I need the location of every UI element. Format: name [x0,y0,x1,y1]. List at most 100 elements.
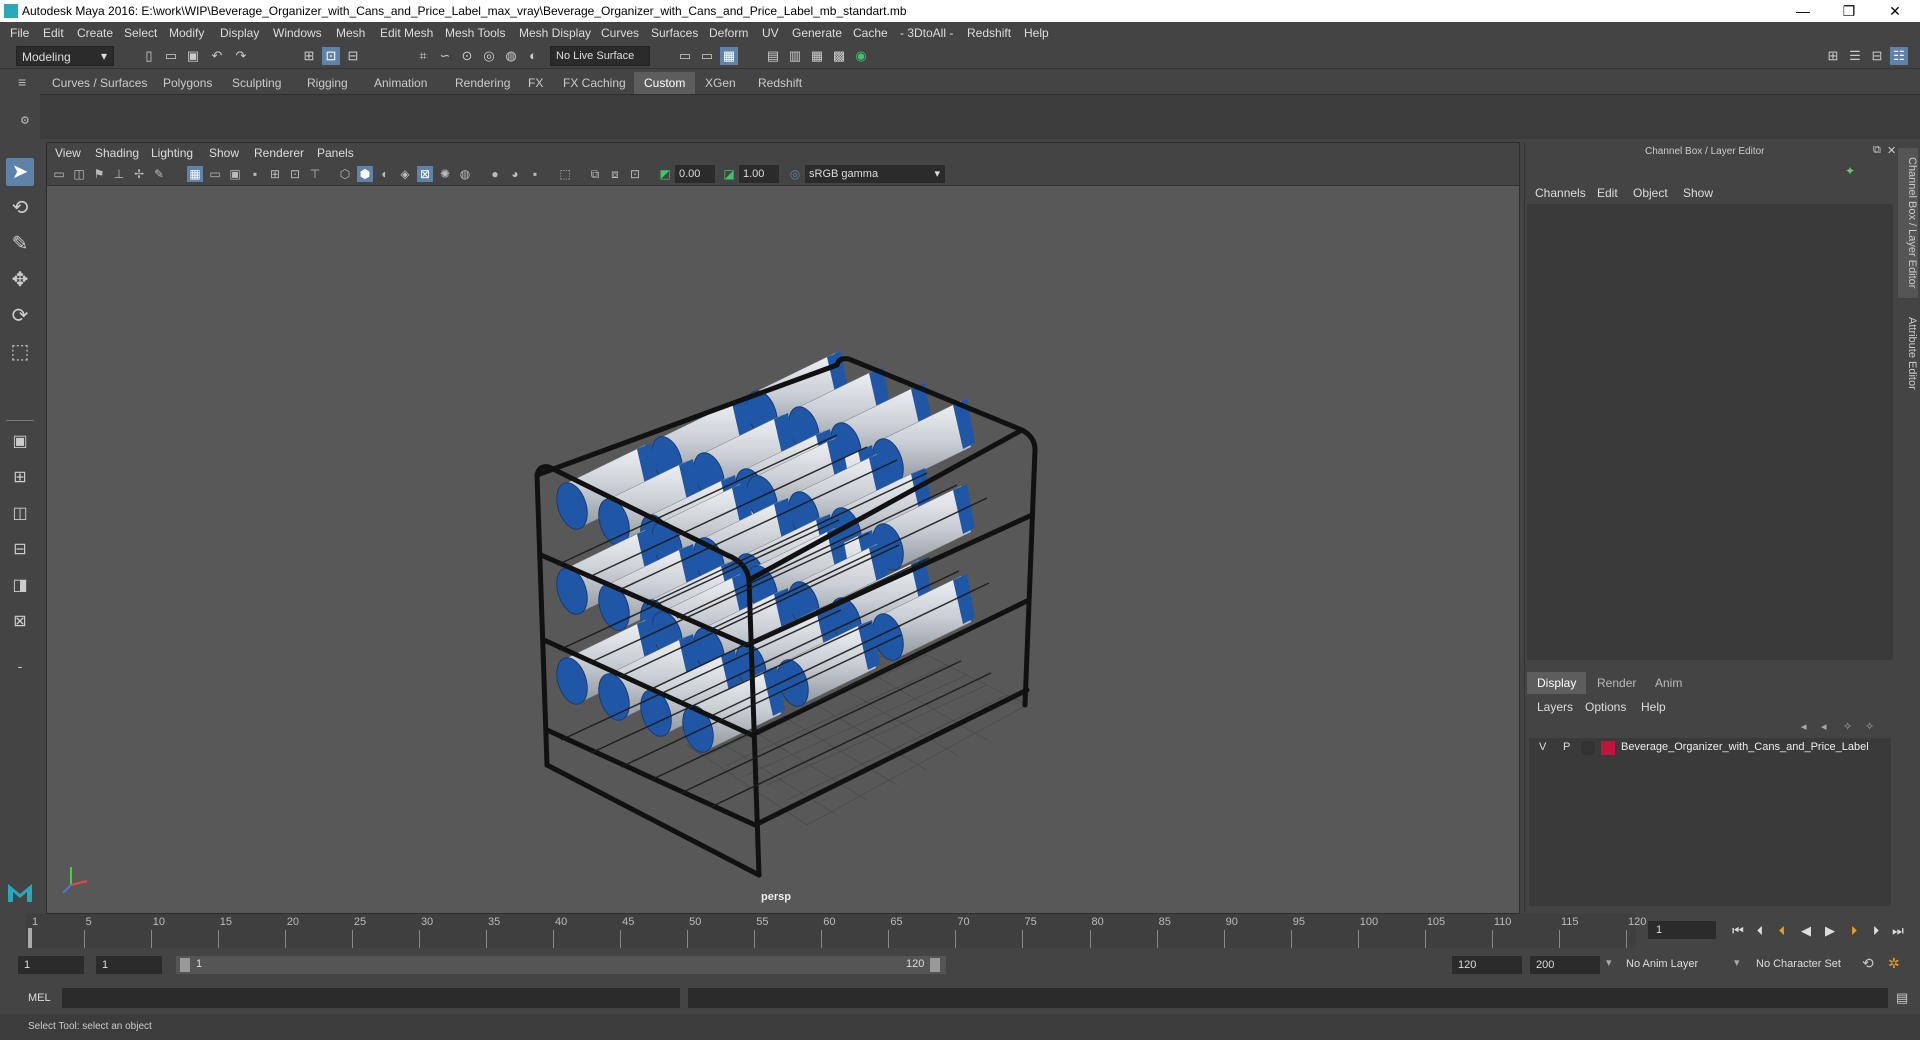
lasso-tool-icon[interactable]: ⟲ [6,194,34,222]
channel-list[interactable] [1527,204,1893,660]
animation-start-field[interactable]: 1 [18,956,84,974]
vp-menu-renderer[interactable]: Renderer [254,146,304,160]
attribute-editor-toggle-icon[interactable]: ☰ [1846,47,1864,65]
xray-joints-icon[interactable]: ⧈ [607,166,623,182]
exposure-field[interactable]: 0.00 [675,165,715,183]
grid-icon[interactable]: ▦ [187,166,203,182]
persp-outliner-layout-icon[interactable]: ◫ [6,500,34,528]
step-forward-icon[interactable]: ⏵ [1866,923,1886,939]
layer-row[interactable]: V P Beverage_Organizer_with_Cans_and_Pri… [1529,738,1891,758]
tab-rendering[interactable]: Rendering [445,72,520,94]
current-frame-field[interactable]: 1 [1648,921,1716,939]
menu-file[interactable]: File [10,26,29,40]
layout-more-icon[interactable]: - [6,652,34,680]
select-object-icon[interactable]: ⊡ [322,47,340,65]
grease-pencil-icon[interactable]: ✎ [151,166,167,182]
script-editor-icon[interactable]: ▤ [1896,990,1908,1006]
channel-box-toggle-icon[interactable]: ☷ [1890,47,1908,65]
menu-mesh-tools[interactable]: Mesh Tools [445,26,505,40]
cb-menu-show[interactable]: Show [1683,186,1713,200]
image-plane-icon[interactable]: ⊥ [111,166,127,182]
chevron-down-icon[interactable]: ▾ [1606,956,1612,969]
mode-selector[interactable]: Modeling ▾ [16,46,114,66]
go-to-end-icon[interactable]: ⏭ [1888,923,1908,939]
select-tool-icon[interactable]: ➤ [6,158,34,186]
menu-edit[interactable]: Edit [43,26,64,40]
scale-tool-icon[interactable]: ⬚ [6,338,34,366]
menu-curves[interactable]: Curves [601,26,639,40]
persp-hypershade-layout-icon[interactable]: ◨ [6,572,34,600]
menu-windows[interactable]: Windows [273,26,322,40]
time-slider[interactable]: 1 5 10 15 20 25 30 35 40 45 50 55 60 65 70 75 80 85 90 95 10… [26,914,1646,948]
new-layer-icon[interactable]: ✧ [1843,720,1852,733]
layer-menu-options[interactable]: Options [1585,700,1626,714]
close-button[interactable]: ✕ [1872,0,1918,22]
hypershade-icon[interactable]: ◉ [852,47,870,65]
select-hierarchy-icon[interactable]: ⊞ [300,47,318,65]
menu-surfaces[interactable]: Surfaces [651,26,698,40]
scene-render[interactable] [47,185,1519,913]
shadows-icon[interactable]: ◍ [457,166,473,182]
vp-menu-view[interactable]: View [55,146,81,160]
vp-menu-panels[interactable]: Panels [317,146,354,160]
move-tool-icon[interactable]: ✥ [6,266,34,294]
menu-display[interactable]: Display [220,26,259,40]
new-scene-icon[interactable]: ▯ [140,47,158,65]
tab-xgen[interactable]: XGen [695,72,746,94]
vp-menu-shading[interactable]: Shading [95,146,139,160]
color-management-icon[interactable]: ◎ [787,166,803,182]
side-tab-attribute-editor[interactable]: Attribute Editor [1898,308,1918,398]
current-time-marker[interactable] [28,928,32,948]
play-backward-icon[interactable]: ◀ [1796,923,1816,939]
close-panel-icon[interactable]: ✕ [1887,144,1896,157]
vp-menu-lighting[interactable]: Lighting [151,146,193,160]
new-layer-selected-icon[interactable]: ✧ [1865,720,1874,733]
play-forward-icon[interactable]: ▶ [1820,923,1840,939]
menu-select[interactable]: Select [124,26,157,40]
color-space-dropdown[interactable]: sRGB gamma ▾ [805,165,945,183]
layer-visibility-toggle[interactable]: V [1539,741,1546,753]
menu-mesh-display[interactable]: Mesh Display [519,26,591,40]
xray-components-icon[interactable]: ⊡ [627,166,643,182]
chevron-down-icon[interactable]: ▾ [1734,956,1740,969]
range-end-handle[interactable] [930,958,940,972]
cb-menu-edit[interactable]: Edit [1597,186,1618,200]
range-slider[interactable]: 1 120 [176,956,946,974]
minimize-button[interactable]: — [1780,0,1826,22]
camera-attributes-icon[interactable]: ◫ [71,166,87,182]
layer-name[interactable]: Beverage_Organizer_with_Cans_and_Price_L… [1621,741,1869,753]
menu-help[interactable]: Help [1024,26,1049,40]
shelf-settings-icon[interactable]: ⚙ [20,114,30,127]
bookmark-icon[interactable]: ⚑ [91,166,107,182]
menu-modify[interactable]: Modify [169,26,204,40]
open-scene-icon[interactable]: ▭ [162,47,180,65]
tab-redshift[interactable]: Redshift [748,72,812,94]
field-chart-icon[interactable]: ⊞ [267,166,283,182]
make-live-icon[interactable]: ◐ [524,47,542,65]
film-gate-icon[interactable]: ▭ [207,166,223,182]
tab-animation[interactable]: Animation [364,72,437,94]
float-panel-icon[interactable]: ⧉ [1873,144,1881,157]
playback-start-field[interactable]: 1 [96,956,162,974]
construction-history-icon[interactable]: ▦ [720,47,738,65]
xray-icon[interactable]: ⧉ [587,166,603,182]
anim-layer-dropdown[interactable]: No Anim Layer [1626,958,1698,970]
modeling-toolkit-icon[interactable]: ⊞ [1824,47,1842,65]
layer-playback-toggle[interactable]: P [1563,741,1570,753]
range-start-handle[interactable] [180,958,190,972]
input-ops-icon[interactable]: ▭ [676,47,694,65]
render-settings-icon[interactable]: ▩ [830,47,848,65]
gamma-field[interactable]: 1.00 [739,165,779,183]
select-component-icon[interactable]: ⊟ [344,47,362,65]
layer-color-swatch[interactable] [1601,741,1615,755]
wireframe-on-shaded-icon[interactable]: ◈ [397,166,413,182]
anti-aliasing-icon[interactable]: ▪ [527,166,543,182]
restore-button[interactable]: ❐ [1826,0,1872,22]
exposure-icon[interactable]: ◩ [657,166,673,182]
rotate-tool-icon[interactable]: ⟳ [6,302,34,330]
redo-icon[interactable]: ↷ [232,47,250,65]
four-view-layout-icon[interactable]: ⊞ [6,464,34,492]
textured-icon[interactable]: ⊠ [417,166,433,182]
playback-end-field[interactable]: 120 [1452,956,1522,974]
ipr-render-icon[interactable]: ▦ [808,47,826,65]
